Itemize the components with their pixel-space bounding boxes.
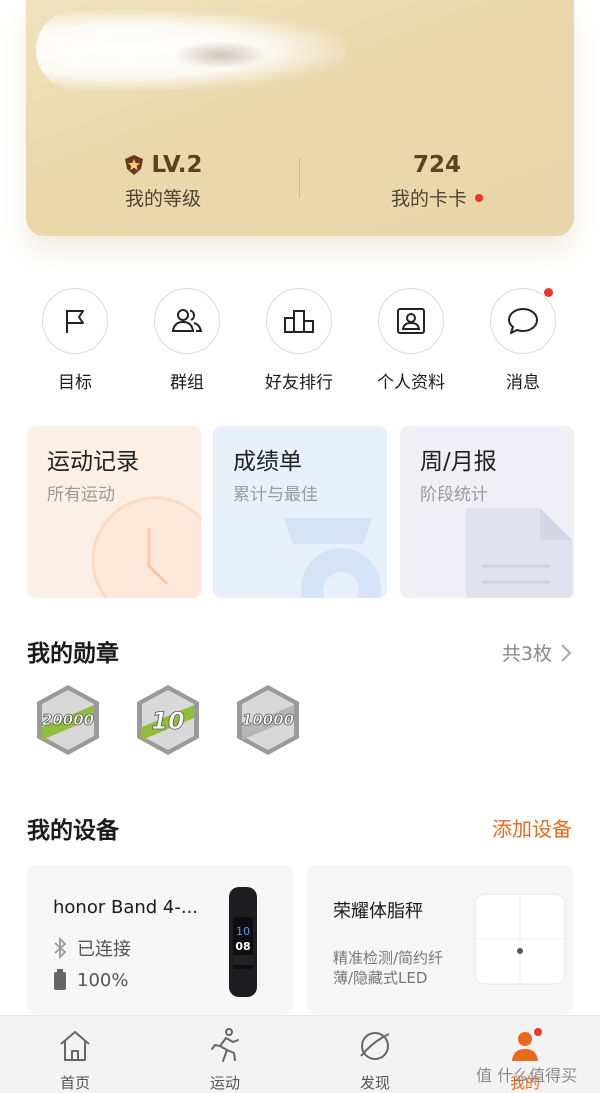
- quick-action-message[interactable]: 消息: [467, 288, 579, 393]
- home-icon: [60, 1031, 90, 1061]
- chevron-right-icon: [561, 643, 572, 662]
- quick-action-ranking[interactable]: 好友排行: [243, 288, 355, 393]
- ranking-icon: [284, 310, 314, 333]
- bluetooth-icon: [54, 937, 67, 959]
- card-subtitle: 所有运动: [47, 485, 115, 505]
- device-name: 荣耀体脂秤: [333, 901, 423, 922]
- device-battery: 100%: [53, 969, 128, 991]
- nav-label: 运动: [209, 1074, 240, 1092]
- card-title: 成绩单: [233, 449, 302, 475]
- card-title: 周/月报: [420, 449, 497, 475]
- quick-action-profile[interactable]: 个人资料: [355, 288, 467, 393]
- nav-label: 首页: [59, 1074, 90, 1092]
- scale-device-image: [474, 893, 566, 985]
- level-value: LV.2: [151, 152, 203, 178]
- device-connection-status: 已连接: [53, 935, 131, 961]
- profile-header-card: LV.2 我的等级 724 我的卡卡: [26, 0, 574, 236]
- medals-title: 我的勋章: [27, 641, 119, 667]
- watermark-text: 值 什么值得买: [476, 1066, 578, 1085]
- medal-label: 10: [151, 707, 184, 735]
- blurred-username: [176, 42, 266, 68]
- discover-icon: [360, 1032, 390, 1060]
- card-subtitle: 累计与最佳: [233, 485, 318, 505]
- quick-action-group[interactable]: 群组: [131, 288, 243, 393]
- quick-action-goal[interactable]: 目标: [19, 288, 131, 393]
- card-points-stat[interactable]: 724 我的卡卡: [300, 150, 574, 211]
- card-title: 运动记录: [47, 449, 139, 475]
- device-card-band[interactable]: honor Band 4-... 已连接 100% 10 08: [27, 865, 293, 1015]
- message-icon: [508, 308, 538, 334]
- quick-action-label: 消息: [506, 373, 540, 393]
- medal-20000[interactable]: 20000: [33, 683, 103, 757]
- medal-badge-icon: 10000: [237, 685, 299, 755]
- flag-icon: [66, 310, 84, 333]
- battery-text: 100%: [77, 969, 129, 991]
- medals-count-link[interactable]: 共3枚: [502, 639, 572, 666]
- card-points-value: 724: [412, 152, 461, 178]
- band-screen-bottom: 08: [235, 940, 250, 953]
- nav-home[interactable]: 首页: [25, 1026, 125, 1093]
- device-name: honor Band 4-...: [53, 897, 199, 918]
- card-points-label: 我的卡卡: [390, 188, 467, 210]
- band-screen-top: 10: [236, 925, 250, 938]
- level-label: 我的等级: [124, 188, 201, 210]
- quick-action-label: 好友排行: [265, 373, 333, 393]
- devices-title: 我的设备: [27, 818, 119, 844]
- device-card-scale[interactable]: 荣耀体脂秤 精准检测/简约纤 薄/隐藏式LED: [307, 865, 573, 1015]
- medal-label: 20000: [42, 711, 94, 729]
- card-subtitle: 阶段统计: [420, 485, 488, 505]
- device-desc-line1: 精准检测/简约纤: [333, 949, 444, 967]
- running-icon: [211, 1028, 239, 1062]
- report-card-card[interactable]: 成绩单 累计与最佳: [213, 426, 387, 598]
- device-desc-line2: 薄/隐藏式LED: [333, 969, 428, 987]
- card-points-badge: [475, 193, 483, 202]
- message-badge: [544, 288, 553, 297]
- quick-actions: 目标 群组 好友排行 个人资料 消息: [0, 288, 600, 398]
- watermark: 值 什么值得买: [476, 1062, 577, 1086]
- nav-exercise[interactable]: 运动: [175, 1026, 275, 1093]
- level-shield-icon: [125, 155, 144, 175]
- profile-card-icon: [397, 308, 425, 334]
- nav-label: 发现: [359, 1074, 390, 1092]
- quick-action-label: 个人资料: [377, 373, 445, 393]
- medal-10000[interactable]: 10000: [233, 683, 303, 757]
- quick-action-label: 目标: [58, 373, 92, 393]
- me-icon: [512, 1028, 542, 1061]
- sports-record-card[interactable]: 运动记录 所有运动: [27, 426, 201, 598]
- medal-badge-icon: 10: [137, 685, 199, 755]
- medal-badge-icon: 20000: [37, 685, 99, 755]
- group-icon: [171, 309, 203, 332]
- medals-count: 共3枚: [501, 643, 552, 665]
- weekly-monthly-report-card[interactable]: 周/月报 阶段统计: [400, 426, 574, 598]
- medal-10[interactable]: 10: [133, 683, 203, 757]
- band-device-image: 10 08: [229, 887, 257, 997]
- medal-label: 10000: [242, 711, 294, 729]
- level-stat[interactable]: LV.2 我的等级: [26, 150, 300, 211]
- battery-icon: [54, 969, 66, 990]
- connection-status-text: 已连接: [77, 939, 131, 960]
- add-device-button[interactable]: 添加设备: [492, 813, 572, 842]
- nav-discover[interactable]: 发现: [325, 1026, 425, 1093]
- quick-action-label: 群组: [170, 373, 204, 393]
